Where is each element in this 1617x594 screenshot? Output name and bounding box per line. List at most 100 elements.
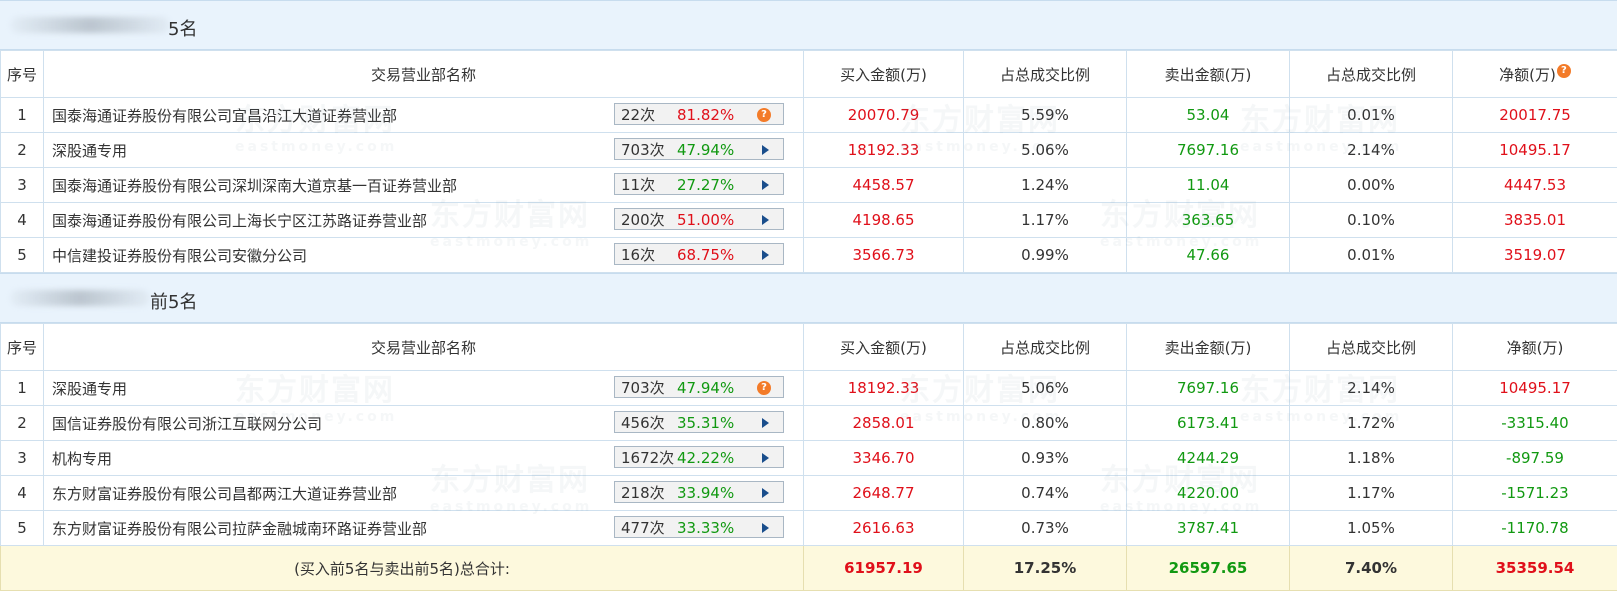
branch-name[interactable]: 国信证券股份有限公司浙江互联网分公司 (52, 415, 322, 433)
history-stats-button[interactable]: 1672次 42.22% (614, 446, 784, 468)
appearance-count: 11次 (621, 176, 656, 194)
row-index: 3 (0, 440, 44, 476)
buy-amount: 2616.63 (803, 510, 964, 546)
question-icon[interactable]: ? (757, 108, 771, 122)
win-rate: 35.31% (677, 414, 735, 432)
table-row: 3 机构专用 1672次 42.22% 3346.70 0.93% 4244.29 1.18%… (0, 440, 1617, 476)
table-row: 5 东方财富证券股份有限公司拉萨金融城南环路证券营业部 477次 33.33% 2616… (0, 510, 1617, 546)
net-header-label: 净额(万) (1499, 65, 1556, 84)
branch-name-cell: 中信建投证券股份有限公司安徽分公司 16次 68.75% (43, 237, 804, 273)
buy-table-header-row: 序号 交易营业部名称 买入金额(万) 占总成交比例 卖出金额(万) 占总成交比例… (0, 50, 1617, 98)
col-buy-ratio-header: 占总成交比例 (963, 50, 1127, 98)
branch-name[interactable]: 东方财富证券股份有限公司昌都两江大道证券营业部 (52, 485, 397, 503)
row-index: 4 (0, 202, 44, 238)
row-index: 1 (0, 97, 44, 133)
sell-ratio: 2.14% (1289, 370, 1453, 406)
sell-amount: 7697.16 (1126, 370, 1290, 406)
sell-amount: 6173.41 (1126, 405, 1290, 441)
appearance-count: 477次 (621, 519, 665, 537)
col-net-header: 净额(万) (1452, 323, 1617, 371)
sell-section-title: 前5名 (150, 292, 198, 313)
expand-arrow-icon[interactable] (762, 145, 769, 155)
branch-name[interactable]: 国泰海通证券股份有限公司上海长宁区江苏路证券营业部 (52, 212, 427, 230)
row-index: 2 (0, 405, 44, 441)
branch-name[interactable]: 深股通专用 (52, 380, 127, 398)
buy-ratio: 5.06% (963, 132, 1127, 168)
blurred-title-prefix (10, 17, 170, 33)
branch-name-cell: 国泰海通证券股份有限公司深圳深南大道京基一百证券营业部 11次 27.27% (43, 167, 804, 203)
sell-ratio: 0.01% (1289, 237, 1453, 273)
history-stats-button[interactable]: 200次 51.00% (614, 208, 784, 230)
expand-arrow-icon[interactable] (762, 488, 769, 498)
sell-amount: 47.66 (1126, 237, 1290, 273)
question-icon[interactable]: ? (757, 381, 771, 395)
buy-ratio: 1.17% (963, 202, 1127, 238)
buy-ratio: 5.59% (963, 97, 1127, 133)
appearance-count: 22次 (621, 106, 656, 124)
sell-ratio: 0.00% (1289, 167, 1453, 203)
branch-name-cell: 国泰海通证券股份有限公司上海长宁区江苏路证券营业部 200次 51.00% (43, 202, 804, 238)
history-stats-button[interactable]: 11次 27.27% (614, 173, 784, 195)
history-stats-button[interactable]: 703次 47.94% (614, 138, 784, 160)
col-sell-header: 卖出金额(万) (1126, 50, 1290, 98)
net-amount: 3835.01 (1452, 202, 1617, 238)
total-sell-ratio: 7.40% (1289, 545, 1453, 591)
buy-amount: 2858.01 (803, 405, 964, 441)
history-stats-button[interactable]: 16次 68.75% (614, 243, 784, 265)
win-rate: 33.94% (677, 484, 735, 502)
table-row: 1 深股通专用 703次 47.94%? 18192.33 5.06% 7697.16 2.1… (0, 370, 1617, 406)
history-stats-button[interactable]: 22次 81.82%? (614, 103, 784, 125)
branch-name-cell: 国信证券股份有限公司浙江互联网分公司 456次 35.31% (43, 405, 804, 441)
appearance-count: 703次 (621, 141, 665, 159)
net-amount: 20017.75 (1452, 97, 1617, 133)
branch-name[interactable]: 中信建投证券股份有限公司安徽分公司 (52, 247, 307, 265)
row-index: 3 (0, 167, 44, 203)
buy-ratio: 0.74% (963, 475, 1127, 511)
history-stats-button[interactable]: 456次 35.31% (614, 411, 784, 433)
branch-name[interactable]: 国泰海通证券股份有限公司深圳深南大道京基一百证券营业部 (52, 177, 457, 195)
net-amount: -1170.78 (1452, 510, 1617, 546)
expand-arrow-icon[interactable] (762, 453, 769, 463)
win-rate: 47.94% (677, 379, 735, 397)
sell-amount: 4220.00 (1126, 475, 1290, 511)
table-row: 1 国泰海通证券股份有限公司宜昌沿江大道证券营业部 22次 81.82%? 20070.… (0, 97, 1617, 133)
appearance-count: 200次 (621, 211, 665, 229)
col-sell-header: 卖出金额(万) (1126, 323, 1290, 371)
branch-name[interactable]: 机构专用 (52, 450, 112, 468)
table-row: 5 中信建投证券股份有限公司安徽分公司 16次 68.75% 3566.73 0.99% 4… (0, 237, 1617, 273)
expand-arrow-icon[interactable] (762, 418, 769, 428)
sell-amount: 7697.16 (1126, 132, 1290, 168)
buy-amount: 4198.65 (803, 202, 964, 238)
branch-name[interactable]: 东方财富证券股份有限公司拉萨金融城南环路证券营业部 (52, 520, 427, 538)
sell-amount: 11.04 (1126, 167, 1290, 203)
buy-amount: 4458.57 (803, 167, 964, 203)
question-icon[interactable]: ? (1556, 63, 1571, 78)
table-row: 2 国信证券股份有限公司浙江互联网分公司 456次 35.31% 2858.01 0.80… (0, 405, 1617, 441)
sell-ratio: 1.72% (1289, 405, 1453, 441)
sell-ratio: 0.01% (1289, 97, 1453, 133)
history-stats-button[interactable]: 703次 47.94%? (614, 376, 784, 398)
buy-amount: 18192.33 (803, 132, 964, 168)
table-row: 3 国泰海通证券股份有限公司深圳深南大道京基一百证券营业部 11次 27.27% 445… (0, 167, 1617, 203)
sell-ratio: 1.17% (1289, 475, 1453, 511)
sell-amount: 363.65 (1126, 202, 1290, 238)
col-buy-ratio-header: 占总成交比例 (963, 323, 1127, 371)
branch-name[interactable]: 国泰海通证券股份有限公司宜昌沿江大道证券营业部 (52, 107, 397, 125)
sell-amount: 53.04 (1126, 97, 1290, 133)
buy-table: 序号 交易营业部名称 买入金额(万) 占总成交比例 卖出金额(万) 占总成交比例… (0, 50, 1617, 273)
table-row: 4 国泰海通证券股份有限公司上海长宁区江苏路证券营业部 200次 51.00% 4198… (0, 202, 1617, 238)
win-rate: 27.27% (677, 176, 735, 194)
buy-ratio: 0.93% (963, 440, 1127, 476)
expand-arrow-icon[interactable] (762, 523, 769, 533)
history-stats-button[interactable]: 218次 33.94% (614, 481, 784, 503)
expand-arrow-icon[interactable] (762, 180, 769, 190)
col-index-header: 序号 (0, 50, 44, 98)
branch-name[interactable]: 深股通专用 (52, 142, 127, 160)
history-stats-button[interactable]: 477次 33.33% (614, 516, 784, 538)
buy-ratio: 0.73% (963, 510, 1127, 546)
row-index: 4 (0, 475, 44, 511)
expand-arrow-icon[interactable] (762, 215, 769, 225)
expand-arrow-icon[interactable] (762, 250, 769, 260)
net-amount: 10495.17 (1452, 132, 1617, 168)
appearance-count: 218次 (621, 484, 665, 502)
